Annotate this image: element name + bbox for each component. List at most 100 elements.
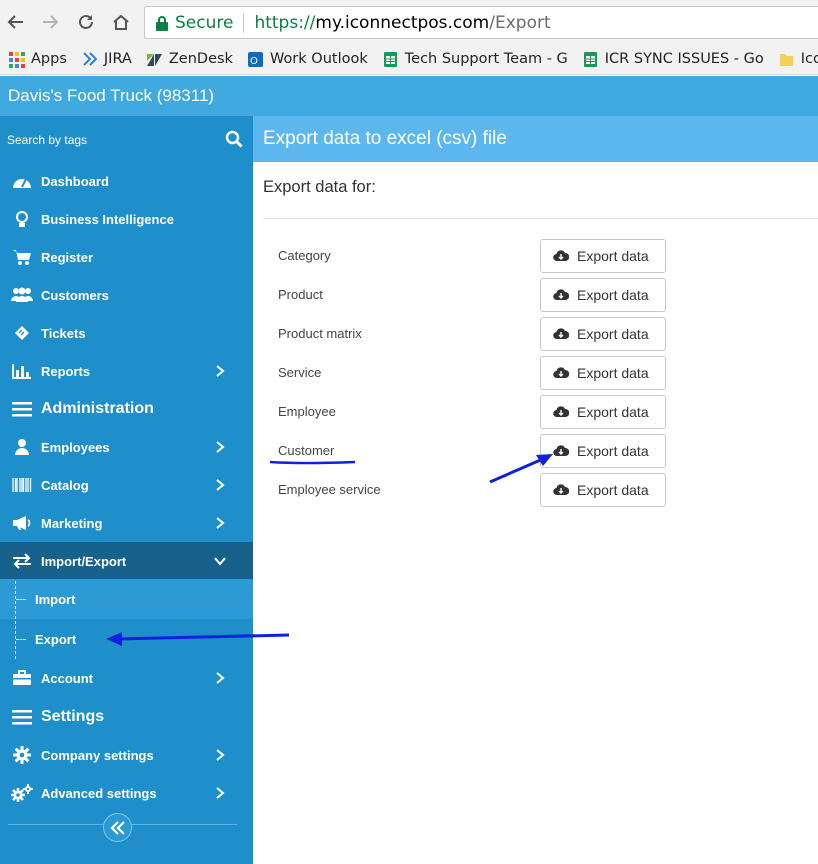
sidebar-item-employees[interactable]: Employees <box>0 428 253 466</box>
tree-branch <box>16 599 26 600</box>
export-button-label: Export data <box>577 326 649 342</box>
sidebar-section-label: Settings <box>41 708 105 725</box>
sidebar-item-import-export[interactable]: Import/Export <box>0 542 253 580</box>
export-row-label: Employee <box>278 404 336 419</box>
export-data-button[interactable]: Export data <box>540 473 666 507</box>
export-row-label: Product <box>278 287 323 302</box>
shopping-cart-icon <box>11 247 33 267</box>
sidebar-item-label: Reports <box>41 363 91 379</box>
sidebar-item-tickets[interactable]: Tickets <box>0 314 253 352</box>
export-row-label: Customer <box>278 443 335 458</box>
cloud-download-icon <box>553 367 569 379</box>
tree-connector <box>15 581 16 659</box>
export-button-label: Export data <box>577 443 649 459</box>
chevron-right-icon <box>216 479 225 491</box>
store-header: Davis's Food Truck (98311) <box>0 76 818 116</box>
export-button-label: Export data <box>577 365 649 381</box>
sidebar-item-label: Import/Export <box>41 553 127 569</box>
export-data-button[interactable]: Export data <box>540 434 666 468</box>
bookmark-iconn[interactable]: Iconn <box>778 51 818 68</box>
url-host: my.iconnectpos.com <box>315 12 490 33</box>
sidebar-item-marketing[interactable]: Marketing <box>0 504 253 542</box>
bookmark-apps[interactable]: Apps <box>8 51 67 68</box>
sidebar-item-catalog[interactable]: Catalog <box>0 466 253 504</box>
zendesk-icon <box>146 53 162 66</box>
bookmark-label: ZenDesk <box>168 51 233 67</box>
chevron-right-icon <box>216 749 225 761</box>
export-row-label: Product matrix <box>278 326 362 341</box>
bookmark-jira[interactable]: JIRA <box>81 51 132 68</box>
sidebar-item-reports[interactable]: Reports <box>0 352 253 390</box>
sidebar-subitem-label: Import <box>35 591 76 607</box>
export-data-button[interactable]: Export data <box>540 395 666 429</box>
bookmark-label: ICR SYNC ISSUES - Go <box>604 51 764 67</box>
chevron-down-icon <box>214 557 226 566</box>
reload-button[interactable] <box>74 10 98 34</box>
cloud-download-icon <box>553 250 569 262</box>
sidebar-item-business-intelligence[interactable]: Business Intelligence <box>0 200 253 238</box>
export-data-button[interactable]: Export data <box>540 356 666 390</box>
bookmark-zendesk[interactable]: ZenDesk <box>146 51 233 68</box>
cloud-download-icon <box>553 289 569 301</box>
sidebar-item-company-settings[interactable]: Company settings <box>0 736 253 774</box>
export-data-button[interactable]: Export data <box>540 239 666 273</box>
sidebar-section-settings[interactable]: Settings <box>0 698 253 736</box>
search-icon[interactable] <box>225 130 243 148</box>
bookmarks-bar: Apps JIRA ZenDesk O Work Outlook Tech Su… <box>0 44 818 75</box>
folder-icon <box>779 53 793 66</box>
swap-arrows-icon <box>11 551 33 571</box>
sidebar-item-advanced-settings[interactable]: Advanced settings <box>0 774 253 812</box>
home-button[interactable] <box>109 10 133 34</box>
panel-title-bar: Export data to excel (csv) file <box>253 116 818 162</box>
sidebar-item-label: Dashboard <box>41 173 109 189</box>
sidebar-subitem-label: Export <box>35 631 77 647</box>
hamburger-menu-icon <box>11 399 33 419</box>
sidebar-item-register[interactable]: Register <box>0 238 253 276</box>
sidebar-item-customers[interactable]: Customers <box>0 276 253 314</box>
briefcase-icon <box>11 668 33 688</box>
cloud-download-icon <box>553 445 569 457</box>
sidebar-subitem-export[interactable]: Export <box>0 619 253 659</box>
export-button-label: Export data <box>577 482 649 498</box>
sidebar-item-label: Business Intelligence <box>41 211 174 227</box>
panel-title: Export data to excel (csv) file <box>263 128 507 149</box>
bar-chart-icon <box>11 361 33 381</box>
panel-divider <box>263 218 818 219</box>
lock-icon <box>156 15 168 31</box>
double-chevron-left-icon <box>109 820 125 835</box>
bookmark-label: Tech Support Team - G <box>404 51 568 67</box>
sidebar-item-account[interactable]: Account <box>0 659 253 697</box>
cloud-download-icon <box>553 328 569 340</box>
collapse-sidebar-button[interactable] <box>103 813 132 842</box>
ticket-icon <box>11 323 33 343</box>
store-title: Davis's Food Truck (98311) <box>8 86 215 105</box>
jira-icon <box>83 51 98 66</box>
forward-button[interactable] <box>38 10 62 34</box>
export-data-button[interactable]: Export data <box>540 278 666 312</box>
address-bar[interactable]: Secure https://my.iconnectpos.com/Export <box>144 6 818 39</box>
sidebar-section-administration[interactable]: Administration <box>0 390 253 428</box>
sidebar-item-label: Register <box>41 249 94 265</box>
bookmark-label: Iconn <box>800 51 818 67</box>
bookmark-icr-sync[interactable]: ICR SYNC ISSUES - Go <box>582 51 764 68</box>
tag-search[interactable]: Search by tags <box>0 116 253 164</box>
sidebar-item-label: Marketing <box>41 515 103 531</box>
tree-branch <box>16 639 26 640</box>
sidebar-section-label: Administration <box>41 400 154 417</box>
back-button[interactable] <box>4 10 28 34</box>
chevron-right-icon <box>216 441 225 453</box>
sidebar: Search by tags Dashboard Business Intell… <box>0 116 253 864</box>
export-row-label: Service <box>278 365 322 380</box>
bookmark-label: Apps <box>31 51 67 67</box>
bookmark-work-outlook[interactable]: O Work Outlook <box>247 51 368 68</box>
export-button-label: Export data <box>577 404 649 420</box>
url-text: https://my.iconnectpos.com/Export <box>254 13 550 33</box>
sidebar-subitem-import[interactable]: Import <box>0 579 253 619</box>
arrow-left-icon <box>7 15 23 29</box>
apps-grid-icon <box>9 51 25 68</box>
search-placeholder: Search by tags <box>7 133 88 147</box>
bookmark-tech-support[interactable]: Tech Support Team - G <box>382 51 568 68</box>
sidebar-item-label: Account <box>41 670 93 686</box>
sidebar-item-dashboard[interactable]: Dashboard <box>0 162 253 200</box>
export-data-button[interactable]: Export data <box>540 317 666 351</box>
